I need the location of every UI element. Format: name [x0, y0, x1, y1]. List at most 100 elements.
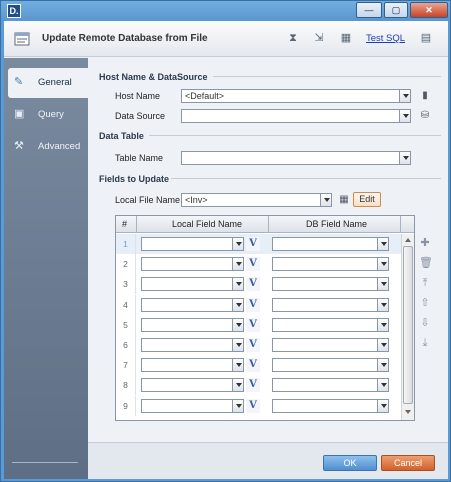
sidebar-item-query[interactable]: ▣ Query	[8, 100, 88, 130]
data-source-combo[interactable]	[181, 109, 411, 123]
local-field-combo[interactable]	[141, 297, 244, 312]
import-icon[interactable]: ⇲	[312, 31, 326, 45]
window-titlebar[interactable]: D. — ▢ ✕	[1, 1, 450, 21]
local-field-combo[interactable]	[141, 317, 244, 332]
variable-button[interactable]: V	[246, 378, 260, 393]
local-field-combo[interactable]	[141, 338, 244, 352]
db-field-combo[interactable]	[272, 237, 389, 251]
table-row[interactable]: 9V	[116, 395, 402, 416]
database-icon[interactable]: ⛁	[420, 110, 430, 122]
chevron-down-icon[interactable]	[232, 379, 243, 392]
variable-button[interactable]: V	[246, 257, 260, 272]
chevron-down-icon[interactable]	[377, 379, 388, 392]
host-name-combo[interactable]: <Default>	[181, 89, 411, 103]
scroll-down-icon[interactable]	[405, 410, 411, 414]
table-row[interactable]: 4V	[116, 294, 402, 315]
ok-button[interactable]: OK	[323, 455, 377, 471]
chevron-down-icon[interactable]	[232, 278, 243, 291]
notepad-icon[interactable]: ▤	[419, 31, 433, 45]
chevron-down-icon[interactable]	[232, 258, 243, 271]
chevron-down-icon[interactable]	[377, 278, 388, 291]
delete-row-icon[interactable]: 🗑	[419, 257, 433, 269]
chevron-down-icon[interactable]	[232, 318, 243, 331]
test-sql-link[interactable]: Test SQL	[366, 33, 405, 44]
variable-button[interactable]: V	[246, 317, 260, 332]
chevron-down-icon[interactable]	[399, 110, 410, 122]
chevron-down-icon[interactable]	[399, 90, 410, 102]
local-field-combo[interactable]	[141, 358, 244, 373]
chevron-down-icon[interactable]	[232, 238, 243, 250]
add-row-icon[interactable]: ✚	[419, 237, 431, 249]
scroll-up-icon[interactable]	[405, 238, 411, 242]
variable-button[interactable]: V	[246, 237, 260, 251]
row-number: 3	[116, 274, 136, 295]
local-field-combo[interactable]	[141, 277, 244, 292]
table-row[interactable]: 6V	[116, 335, 402, 355]
table-name-combo[interactable]	[181, 151, 411, 165]
chevron-down-icon[interactable]	[377, 258, 388, 271]
chevron-down-icon[interactable]	[232, 298, 243, 311]
table-row[interactable]: 2V	[116, 254, 402, 275]
chevron-down-icon[interactable]	[232, 339, 243, 351]
section-data-table: Data Table	[99, 131, 144, 141]
db-field-combo[interactable]	[272, 317, 389, 332]
table-row[interactable]: 1V	[116, 234, 402, 254]
server-icon[interactable]: ▮	[420, 90, 430, 102]
grid-icon[interactable]: ▦	[339, 31, 353, 45]
db-field-combo[interactable]	[272, 378, 389, 393]
chevron-down-icon[interactable]	[377, 238, 388, 250]
db-field-combo[interactable]	[272, 398, 389, 413]
column-header-db-field[interactable]: DB Field Name	[306, 219, 367, 229]
dialog-window: D. — ▢ ✕ Update Remote Database from Fil…	[0, 0, 451, 482]
row-number: 1	[116, 234, 136, 254]
variable-button[interactable]: V	[246, 277, 260, 292]
local-file-combo[interactable]: <Inv>	[181, 193, 332, 207]
cancel-button[interactable]: Cancel	[381, 455, 435, 471]
move-up-icon[interactable]: ⇧	[419, 297, 431, 309]
chevron-down-icon[interactable]	[377, 399, 388, 412]
maximize-button[interactable]: ▢	[384, 2, 408, 18]
local-field-combo[interactable]	[141, 237, 244, 251]
variable-button[interactable]: V	[246, 338, 260, 352]
local-field-combo[interactable]	[141, 378, 244, 393]
chevron-down-icon[interactable]	[320, 194, 331, 206]
column-header-local-field[interactable]: Local Field Name	[172, 219, 242, 229]
local-field-combo[interactable]	[141, 398, 244, 413]
move-top-icon[interactable]: ⤒	[419, 277, 431, 289]
table-row[interactable]: 3V	[116, 274, 402, 295]
db-field-combo[interactable]	[272, 297, 389, 312]
move-bottom-icon[interactable]: ⤓	[419, 337, 431, 349]
chevron-down-icon[interactable]	[232, 359, 243, 372]
edit-button[interactable]: Edit	[353, 192, 381, 207]
close-button[interactable]: ✕	[410, 2, 448, 18]
dialog-footer: OK Cancel	[88, 442, 448, 479]
minimize-button[interactable]: —	[356, 2, 382, 18]
chevron-down-icon[interactable]	[377, 318, 388, 331]
chevron-down-icon[interactable]	[377, 298, 388, 311]
grid-icon[interactable]: ▦	[338, 194, 350, 206]
row-number: 5	[116, 314, 136, 335]
local-field-combo[interactable]	[141, 257, 244, 272]
query-icon: ▣	[14, 108, 25, 120]
dialog-header: Update Remote Database from File ⧗ ⇲ ▦ T…	[4, 21, 448, 57]
table-row[interactable]: 5V	[116, 314, 402, 335]
table-row[interactable]: 8V	[116, 375, 402, 396]
chevron-down-icon[interactable]	[232, 399, 243, 412]
chevron-down-icon[interactable]	[399, 152, 410, 164]
hourglass-icon[interactable]: ⧗	[286, 31, 300, 45]
variable-button[interactable]: V	[246, 358, 260, 373]
chevron-down-icon[interactable]	[377, 339, 388, 351]
sidebar-item-general[interactable]: ✎ General	[8, 68, 88, 98]
db-field-combo[interactable]	[272, 358, 389, 373]
table-row[interactable]: 7V	[116, 355, 402, 376]
db-field-combo[interactable]	[272, 338, 389, 352]
sidebar-item-advanced[interactable]: ⚒ Advanced	[8, 132, 88, 162]
variable-button[interactable]: V	[246, 297, 260, 312]
grid-scrollbar[interactable]	[401, 234, 414, 420]
db-field-combo[interactable]	[272, 277, 389, 292]
variable-button[interactable]: V	[246, 398, 260, 413]
scrollbar-thumb[interactable]	[403, 246, 413, 404]
db-field-combo[interactable]	[272, 257, 389, 272]
chevron-down-icon[interactable]	[377, 359, 388, 372]
move-down-icon[interactable]: ⇩	[419, 317, 431, 329]
